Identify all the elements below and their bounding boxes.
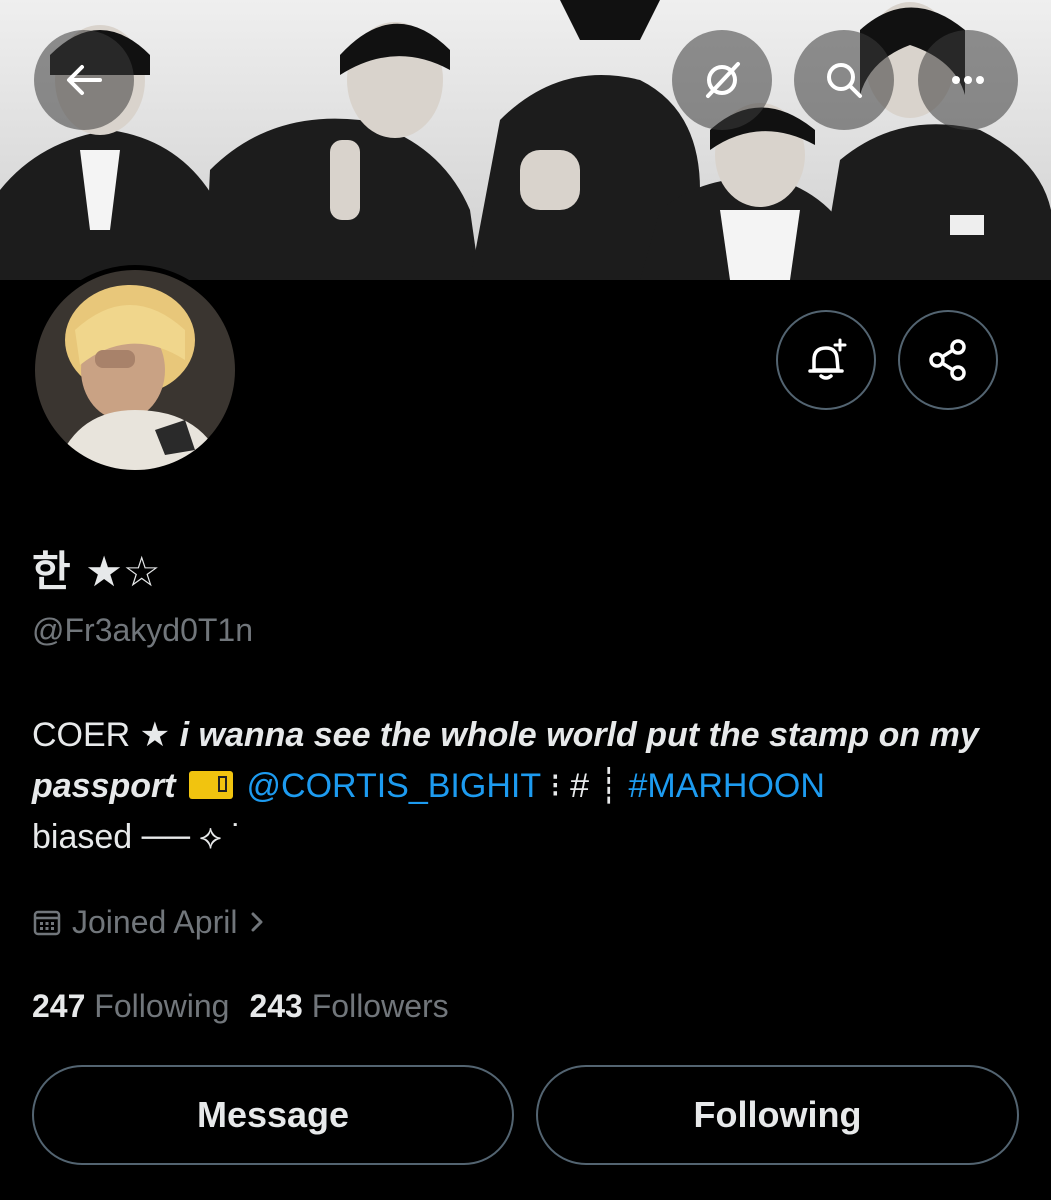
message-button[interactable]: Message xyxy=(32,1065,514,1165)
mention-link[interactable]: @CORTIS_BIGHIT xyxy=(247,767,541,805)
bio-text: COER ★ xyxy=(32,716,180,754)
share-button[interactable] xyxy=(898,310,998,410)
followers-stat[interactable]: 243 Followers xyxy=(249,988,448,1025)
avatar[interactable] xyxy=(30,265,240,475)
grok-button[interactable] xyxy=(672,30,772,130)
bio: COER ★ i wanna see the whole world put t… xyxy=(32,710,1022,863)
following-button[interactable]: Following xyxy=(536,1065,1019,1165)
following-count: 247 xyxy=(32,988,86,1024)
handle: @Fr3akyd0T1n xyxy=(32,612,254,648)
joined-date[interactable]: Joined April xyxy=(32,900,267,944)
grok-icon xyxy=(706,62,740,98)
chevron-right-icon xyxy=(251,912,263,932)
back-button[interactable] xyxy=(34,30,134,130)
arrow-left-icon xyxy=(67,65,102,95)
bell-plus-icon xyxy=(808,338,847,380)
following-button-label: Following xyxy=(693,1094,862,1135)
more-icon xyxy=(952,76,984,84)
following-stat[interactable]: 247 Following xyxy=(32,988,229,1025)
message-button-label: Message xyxy=(196,1094,350,1135)
followers-label: Followers xyxy=(311,988,449,1024)
hashtag-link[interactable]: #MARHOON xyxy=(628,767,824,805)
follow-stats: 247 Following 243 Followers xyxy=(32,988,449,1025)
display-name: 한 ★☆ xyxy=(32,547,161,596)
search-icon xyxy=(827,63,862,98)
profile-banner[interactable] xyxy=(0,0,1051,280)
share-icon xyxy=(929,339,966,381)
bio-tail: biased ── ⟡ ˙ xyxy=(32,818,243,856)
followers-count: 243 xyxy=(249,988,303,1024)
search-button[interactable] xyxy=(794,30,894,130)
bio-separator: ⁝ # ┊ xyxy=(540,767,620,805)
more-button[interactable] xyxy=(918,30,1018,130)
notifications-button[interactable] xyxy=(776,310,876,410)
calendar-icon xyxy=(33,910,61,936)
following-label: Following xyxy=(94,988,230,1024)
avatar-image xyxy=(35,270,235,470)
joined-label: Joined April xyxy=(72,903,238,940)
banner-image xyxy=(0,0,1051,280)
ticket-emoji xyxy=(189,771,234,799)
